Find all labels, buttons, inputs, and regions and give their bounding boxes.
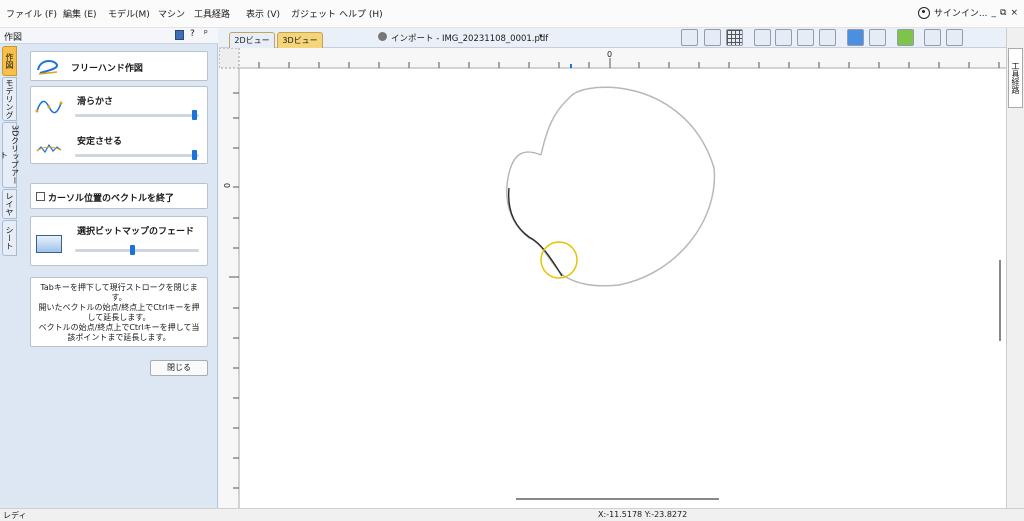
tab-2d-view[interactable]: 2Dビュー [229, 32, 275, 48]
smoothness-label: 滑らかさ [77, 97, 114, 107]
help-line: ベクトルの始点/終点上でCtrlキーを押して当 [38, 323, 200, 332]
sketch-outline-left [506, 151, 565, 277]
zoom-fit-icon[interactable] [797, 29, 814, 46]
minimize-button[interactable]: _ [992, 8, 997, 18]
split-vertical-icon[interactable] [946, 29, 963, 46]
freehand-button[interactable]: フリーハンド作図 [30, 51, 208, 81]
menu-toolpath[interactable]: 工具経路 [194, 7, 230, 20]
sign-in-label[interactable]: サインイン... [934, 6, 988, 19]
ruler-h-zero: 0 [607, 50, 613, 59]
horizontal-ruler [219, 48, 1006, 68]
menu-edit[interactable]: 編集 (E) [63, 7, 97, 20]
menu-bar: ファイル (F) 編集 (E) モデル(M) マシン 工具経路 表示 (V) ガ… [0, 0, 1024, 28]
zoom-icon[interactable] [775, 29, 792, 46]
fade-label: 選択ビットマップのフェード [77, 227, 195, 237]
toggle-view-icon[interactable] [869, 29, 886, 46]
zoom-box-icon[interactable] [819, 29, 836, 46]
help-line: 開いたベクトルの始点/終点上でCtrlキーを押 [38, 303, 200, 312]
smoothness-icon [35, 100, 63, 114]
menu-model[interactable]: モデル(M) [108, 7, 150, 20]
view-mode-icon[interactable] [847, 29, 864, 46]
document-dropdown-icon[interactable]: ▾ [539, 32, 543, 40]
user-icon [917, 6, 930, 19]
document-icon [378, 32, 387, 41]
split-horizontal-icon[interactable] [924, 29, 941, 46]
render-icon[interactable] [897, 29, 914, 46]
stabilize-icon [36, 143, 62, 154]
panel-title-bar: 作図 ? ᵖ [0, 28, 218, 44]
bitmap-fade-icon [36, 235, 62, 253]
tab-toolpath[interactable]: 工具経路 [1008, 48, 1023, 108]
help-line: 該ポイントまで延長します。 [67, 333, 171, 342]
help-text-box: Tabキーを押下して現行ストロークを閉じます。 開いたベクトルの始点/終点上でC… [30, 277, 208, 347]
right-side-panel: 工具経路 [1006, 28, 1024, 508]
node-edit-icon[interactable] [704, 29, 721, 46]
menu-help[interactable]: ヘルプ (H) [339, 7, 383, 20]
vector-select-icon[interactable] [681, 29, 698, 46]
help-line: Tabキーを押下して現行ストロークを閉じます。 [40, 283, 198, 302]
smoothness-slider-thumb[interactable] [192, 110, 197, 120]
user-area[interactable]: サインイン... _ ⧉ × [917, 6, 1018, 19]
grid-icon[interactable] [726, 29, 743, 46]
menu-machine[interactable]: マシン [158, 7, 185, 20]
document-title[interactable]: インポート - IMG_20231108_0001.pdf [391, 32, 548, 44]
smooth-stabilize-card: 滑らかさ 安定させる [30, 86, 208, 164]
sketch-outline [540, 86, 716, 287]
smoothness-slider-track[interactable] [75, 114, 199, 117]
tab-drawing[interactable]: 作図 [2, 46, 17, 76]
close-window-button[interactable]: × [1010, 8, 1018, 18]
cursor-coordinates: X:-11.5178 Y:-23.8272 [598, 510, 688, 519]
menu-view[interactable]: 表示 (V) [246, 7, 280, 20]
freehand-label: フリーハンド作図 [71, 64, 143, 74]
ruler-corner[interactable] [219, 48, 240, 69]
panel-dock-icon[interactable] [175, 30, 184, 40]
stabilize-label: 安定させる [77, 137, 123, 147]
drawing-panel: 作図 ? ᵖ 作図 モデリング 3Dクリップアート レイヤ シート フリーハンド… [0, 28, 218, 508]
drawing-canvas[interactable]: 0 0 [219, 48, 1006, 508]
tab-sheet[interactable]: シート [2, 220, 17, 256]
vertical-ruler [219, 48, 239, 508]
freehand-vector[interactable] [507, 187, 563, 277]
restore-button[interactable]: ⧉ [1000, 8, 1006, 18]
end-vector-checkbox[interactable] [36, 192, 45, 201]
tab-clipart[interactable]: 3Dクリップアート [0, 122, 20, 188]
ruler-v-zero: 0 [223, 182, 233, 189]
canvas-svg[interactable] [219, 48, 1006, 508]
status-text: レディ [3, 511, 27, 520]
status-bar: レディ X:-11.5178 Y:-23.8272 [0, 508, 1024, 521]
end-vector-option[interactable]: カーソル位置のベクトルを終了 [30, 183, 208, 209]
close-panel-button[interactable]: 閉じる [150, 360, 208, 376]
stabilize-slider-track[interactable] [75, 154, 199, 157]
pan-icon[interactable] [754, 29, 771, 46]
tab-3d-view[interactable]: 3Dビュー [277, 32, 323, 48]
bitmap-fade-card: 選択ビットマップのフェード [30, 216, 208, 266]
brush-cursor [540, 241, 578, 279]
fade-slider-thumb[interactable] [130, 245, 135, 255]
freehand-icon [37, 60, 58, 75]
view-toolbar: 2Dビュー 3Dビュー インポート - IMG_20231108_0001.pd… [219, 28, 1006, 48]
panel-title: 作図 [4, 33, 23, 43]
fade-slider-track[interactable] [75, 249, 199, 252]
pin-icon[interactable]: ᵖ [204, 29, 208, 39]
help-icon[interactable]: ? [190, 29, 195, 39]
tab-layer[interactable]: レイヤ [2, 189, 17, 219]
tab-modeling[interactable]: モデリング [2, 77, 17, 121]
stabilize-slider-thumb[interactable] [192, 150, 197, 160]
menu-gadget[interactable]: ガジェット [291, 7, 336, 20]
help-line: して延長します。 [87, 313, 151, 322]
end-vector-label: カーソル位置のベクトルを終了 [48, 194, 175, 204]
menu-file[interactable]: ファイル (F) [6, 7, 57, 20]
